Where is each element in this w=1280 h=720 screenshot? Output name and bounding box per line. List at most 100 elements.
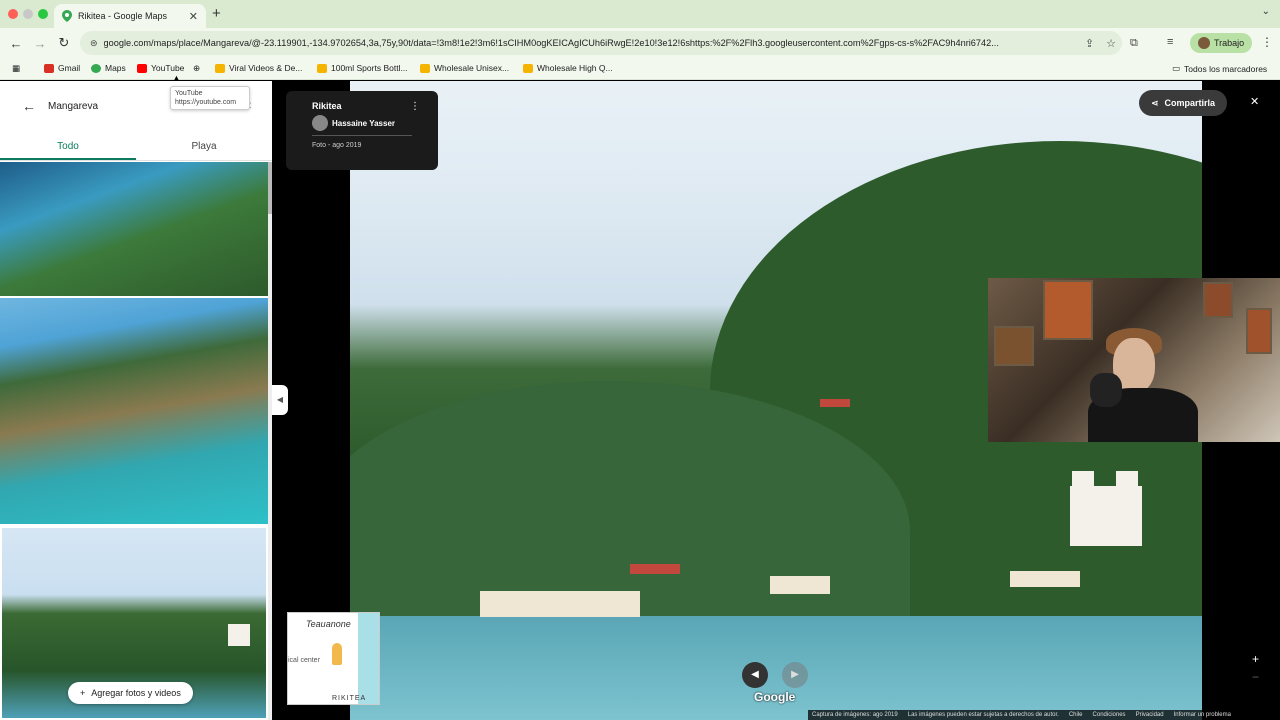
bookmark-star-icon[interactable]: ☆ xyxy=(1106,37,1116,50)
site-info-icon[interactable]: ⊜ xyxy=(90,38,98,49)
browser-menu-icon[interactable]: ⋮ xyxy=(1261,35,1273,49)
mini-map[interactable]: Teauanone ical center RIKITEA xyxy=(287,612,380,705)
bookmark-wholesale-unisex[interactable]: Wholesale Unisex... xyxy=(420,63,509,73)
window-minimize-button[interactable] xyxy=(23,9,33,19)
plus-icon: + xyxy=(80,688,86,698)
bookmark-youtube[interactable]: YouTube xyxy=(137,63,184,73)
tab-playa[interactable]: Playa xyxy=(136,131,272,160)
tab-close-icon[interactable]: ✕ xyxy=(189,10,198,23)
address-bar[interactable]: ⊜ google.com/maps/place/Mangareva/@-23.1… xyxy=(80,31,1122,55)
address-url: google.com/maps/place/Mangareva/@-23.119… xyxy=(103,38,999,48)
forward-button[interactable]: → xyxy=(28,36,52,51)
bookmark-globe[interactable]: ⊕ xyxy=(193,63,200,74)
photo-info-card: Rikitea Hassaine Yasser Foto - ago 2019 … xyxy=(286,91,438,170)
window-maximize-button[interactable] xyxy=(38,9,48,19)
roof-shape xyxy=(630,564,680,574)
headphones-shape xyxy=(1090,373,1122,407)
profile-button[interactable]: Trabajo xyxy=(1190,33,1253,53)
mouse-cursor-icon: ▲ xyxy=(172,73,181,83)
window-close-button[interactable] xyxy=(8,9,18,19)
collapse-sidebar-button[interactable]: ◀ xyxy=(272,385,288,415)
share-icon: ⋖ xyxy=(1151,97,1159,108)
previous-photo-button[interactable]: ◀ xyxy=(742,662,768,688)
all-bookmarks-button[interactable]: ▭ Todos los marcadores xyxy=(1172,63,1267,74)
close-photo-icon[interactable]: ✕ xyxy=(1250,95,1259,108)
zoom-controls: + − xyxy=(1252,650,1259,686)
gmail-icon xyxy=(44,63,54,73)
more-options-icon[interactable]: ⋮ xyxy=(410,101,420,112)
bookmark-sports-bottle[interactable]: 100ml Sports Bottl... xyxy=(317,63,408,73)
back-button[interactable]: ← xyxy=(4,36,28,51)
footer-link-privacy[interactable]: Privacidad xyxy=(1136,712,1164,718)
folder-icon: ▭ xyxy=(1172,63,1181,73)
tab-title: Rikitea - Google Maps xyxy=(78,11,168,21)
author-avatar xyxy=(312,115,328,131)
photo-author[interactable]: Hassaine Yasser xyxy=(312,115,412,131)
tooltip-url: https://youtube.com xyxy=(175,99,237,106)
google-logo: Google xyxy=(754,690,796,704)
painting-shape xyxy=(1203,282,1233,318)
maps-pin-icon xyxy=(62,10,72,22)
photo-thumbnail[interactable] xyxy=(0,298,268,524)
building-shape xyxy=(770,576,830,594)
back-arrow-icon[interactable]: ← xyxy=(10,98,48,114)
browser-toolbar: ← → ↻ ⊜ google.com/maps/place/Mangareva/… xyxy=(0,28,1280,58)
maps-icon xyxy=(91,63,101,73)
footer-link-terms[interactable]: Condiciones xyxy=(1093,712,1126,718)
maps-sidebar: ← Mangareva ⌕ ✕ Todo Playa + Agregar fot… xyxy=(0,81,272,720)
copyright-notice: Las imágenes pueden estar sujetas a dere… xyxy=(907,712,1059,718)
footer-link-report[interactable]: Informar un problema xyxy=(1174,712,1231,718)
reload-button[interactable]: ↻ xyxy=(52,35,76,51)
bookmark-tooltip: YouTube https://youtube.com xyxy=(170,86,250,110)
minimap-label: ical center xyxy=(288,657,320,664)
tab-search-icon[interactable]: ⌄ xyxy=(1262,6,1270,17)
webcam-overlay xyxy=(988,278,1280,442)
aliexpress-icon xyxy=(523,63,533,73)
painting-shape xyxy=(1043,280,1093,340)
church-shape xyxy=(228,624,250,646)
painting-shape xyxy=(1246,308,1272,354)
browser-tab[interactable]: Rikitea - Google Maps ✕ xyxy=(54,4,206,28)
building-shape xyxy=(480,591,640,617)
capture-date: Captura de imágenes: ago 2019 xyxy=(812,712,898,718)
aliexpress-icon xyxy=(317,63,327,73)
apps-grid-icon[interactable]: ▦ xyxy=(12,63,20,74)
extensions-icon[interactable]: ⧉ xyxy=(1130,37,1138,50)
photo-thumbnail[interactable] xyxy=(0,162,268,296)
church-tower xyxy=(1116,471,1138,501)
aliexpress-icon xyxy=(215,63,225,73)
sidebar-scrollbar[interactable] xyxy=(268,162,272,720)
install-app-icon[interactable]: ⇪ xyxy=(1085,37,1094,50)
bookmark-viral-videos[interactable]: Viral Videos & De... xyxy=(215,63,302,73)
church-tower xyxy=(1072,471,1094,501)
pegman-icon[interactable] xyxy=(332,643,342,665)
add-photos-button[interactable]: + Agregar fotos y videos xyxy=(68,682,193,704)
browser-tab-strip: Rikitea - Google Maps ✕ + ⌄ xyxy=(0,0,1280,28)
bookmark-maps[interactable]: Maps xyxy=(91,63,126,73)
map-footer: Captura de imágenes: ago 2019 Las imágen… xyxy=(808,710,1280,720)
tooltip-title: YouTube xyxy=(175,90,203,97)
scrollbar-thumb[interactable] xyxy=(268,162,272,214)
tab-todo[interactable]: Todo xyxy=(0,131,136,160)
photo-place-name[interactable]: Rikitea xyxy=(312,101,412,111)
aliexpress-icon xyxy=(420,63,430,73)
divider xyxy=(312,135,412,136)
profile-label: Trabajo xyxy=(1214,38,1245,48)
next-photo-button[interactable]: ▶ xyxy=(782,662,808,688)
painting-shape xyxy=(994,326,1034,366)
bookmark-gmail[interactable]: Gmail xyxy=(44,63,80,73)
photo-category-tabs: Todo Playa xyxy=(0,131,272,161)
photo-navigation: ◀ ▶ xyxy=(742,662,808,688)
building-shape xyxy=(1010,571,1080,587)
footer-link-chile[interactable]: Chile xyxy=(1069,712,1083,718)
reading-list-icon[interactable]: ≡ xyxy=(1167,36,1173,48)
zoom-out-button[interactable]: − xyxy=(1252,668,1259,686)
new-tab-button[interactable]: + xyxy=(212,5,221,22)
share-button[interactable]: ⋖ Compartirla xyxy=(1139,90,1228,116)
bookmark-wholesale-high[interactable]: Wholesale High Q... xyxy=(523,63,613,73)
photo-date: Foto - ago 2019 xyxy=(312,142,362,149)
map-water xyxy=(358,613,379,704)
zoom-in-button[interactable]: + xyxy=(1252,650,1259,668)
minimap-label: RIKITEA xyxy=(332,695,367,702)
globe-icon: ⊕ xyxy=(193,63,201,73)
